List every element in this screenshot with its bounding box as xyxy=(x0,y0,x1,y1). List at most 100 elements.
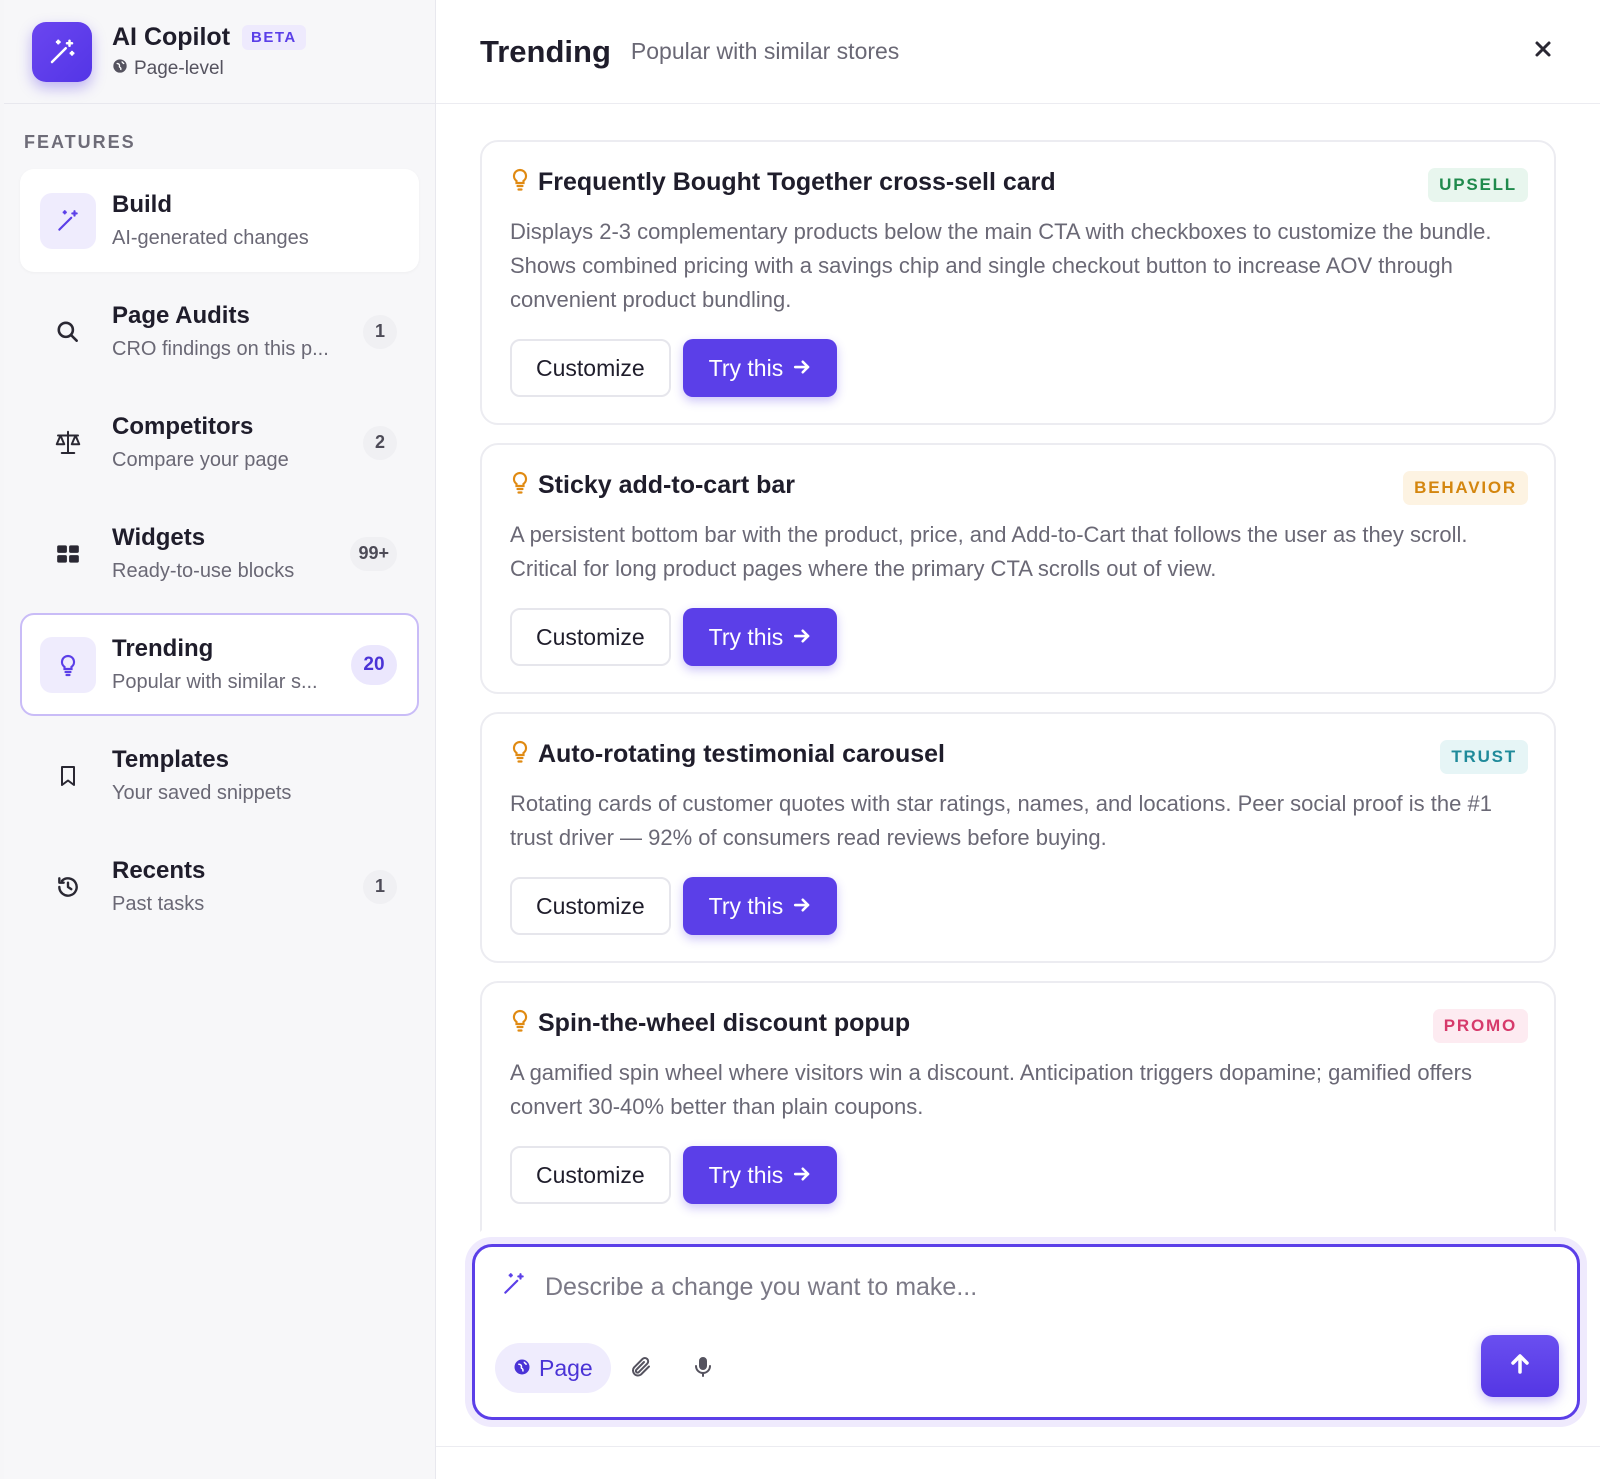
page-title: Trending xyxy=(480,33,611,69)
count-badge: 1 xyxy=(363,314,397,349)
composer-container: Page xyxy=(472,1244,1580,1420)
category-tag: BEHAVIOR xyxy=(1403,471,1528,505)
try-this-label: Try this xyxy=(708,354,784,381)
customize-button[interactable]: Customize xyxy=(510,339,671,397)
card-description: A persistent bottom bar with the product… xyxy=(510,522,1468,581)
composer: Page xyxy=(472,1244,1580,1420)
close-icon xyxy=(1534,40,1552,63)
try-this-label: Try this xyxy=(708,623,784,650)
lightbulb-icon xyxy=(510,1009,530,1038)
sidebar-item-templates[interactable]: Templates Your saved snippets xyxy=(20,724,419,827)
magic-wand-icon xyxy=(501,1271,527,1302)
sidebar-item-label: Competitors xyxy=(112,413,254,440)
sidebar-item-label: Page Audits xyxy=(112,302,250,329)
globe-icon xyxy=(112,58,128,80)
main-panel: Trending Popular with similar stores Fre… xyxy=(436,0,1600,1479)
card-title: Sticky add-to-cart bar xyxy=(538,471,796,499)
sidebar-item-subtitle: Ready-to-use blocks xyxy=(112,560,295,582)
suggestion-card: Sticky add-to-cart bar BEHAVIOR A persis… xyxy=(480,443,1556,694)
search-icon xyxy=(40,304,96,360)
try-this-label: Try this xyxy=(708,1161,784,1188)
card-description: Rotating cards of customer quotes with s… xyxy=(510,791,1492,850)
sidebar: AI Copilot BETA Page-level FEATURES Buil… xyxy=(4,0,436,1479)
sidebar-item-subtitle: Compare your page xyxy=(112,449,289,471)
try-this-button[interactable]: Try this xyxy=(682,877,838,935)
count-badge: 2 xyxy=(363,425,397,460)
scope-level: Page-level xyxy=(134,58,224,79)
try-this-button[interactable]: Try this xyxy=(682,339,838,397)
sidebar-item-label: Templates xyxy=(112,746,229,773)
customize-button[interactable]: Customize xyxy=(510,877,671,935)
category-tag: PROMO xyxy=(1432,1009,1528,1043)
customize-button[interactable]: Customize xyxy=(510,1146,671,1204)
sidebar-item-recents[interactable]: Recents Past tasks 1 xyxy=(20,835,419,938)
panel-header: Trending Popular with similar stores xyxy=(436,0,1600,104)
microphone-icon xyxy=(691,1355,715,1384)
send-button[interactable] xyxy=(1481,1335,1559,1397)
magic-wand-icon xyxy=(32,21,92,82)
lightbulb-icon xyxy=(510,168,530,197)
sidebar-item-label: Build xyxy=(112,191,172,218)
app-title: AI Copilot xyxy=(112,23,231,51)
card-title: Frequently Bought Together cross-sell ca… xyxy=(538,168,1056,196)
page-subtitle: Popular with similar stores xyxy=(630,38,900,64)
suggestion-card: Auto-rotating testimonial carousel TRUST… xyxy=(480,712,1556,963)
close-button[interactable] xyxy=(1526,34,1560,68)
card-description: A gamified spin wheel where visitors win… xyxy=(510,1060,1472,1119)
paperclip-icon xyxy=(629,1355,653,1384)
arrow-right-icon xyxy=(793,624,811,651)
feature-nav: Build AI-generated changes Page Audits C… xyxy=(4,169,435,938)
scope-label: Page xyxy=(539,1354,593,1381)
sidebar-item-widgets[interactable]: Widgets Ready-to-use blocks 99+ xyxy=(20,502,419,605)
sidebar-item-trending[interactable]: Trending Popular with similar s... 20 xyxy=(20,613,419,716)
voice-button[interactable] xyxy=(685,1351,721,1387)
sidebar-item-competitors[interactable]: Competitors Compare your page 2 xyxy=(20,391,419,494)
count-badge: 99+ xyxy=(350,536,397,571)
try-this-button[interactable]: Try this xyxy=(682,608,838,666)
category-tag: UPSELL xyxy=(1428,168,1528,202)
sidebar-item-subtitle: Past tasks xyxy=(112,893,205,915)
scope-selector[interactable]: Page xyxy=(495,1343,611,1393)
count-badge: 20 xyxy=(351,644,397,685)
arrow-right-icon xyxy=(793,893,811,920)
lightbulb-icon xyxy=(40,636,96,693)
attach-button[interactable] xyxy=(623,1351,659,1387)
sidebar-item-label: Trending xyxy=(112,635,214,662)
prompt-input[interactable] xyxy=(545,1267,1445,1307)
sidebar-item-build[interactable]: Build AI-generated changes xyxy=(20,169,419,272)
copilot-app: AI Copilot BETA Page-level FEATURES Buil… xyxy=(4,0,1600,1479)
sidebar-item-label: Widgets xyxy=(112,524,206,551)
trending-list: Frequently Bought Together cross-sell ca… xyxy=(480,140,1556,1250)
sidebar-item-subtitle: Your saved snippets xyxy=(112,782,292,804)
suggestion-card: Spin-the-wheel discount popup PROMO A ga… xyxy=(480,981,1556,1232)
arrow-right-icon xyxy=(793,1162,811,1189)
arrow-up-icon xyxy=(1508,1352,1532,1381)
suggestion-card: Frequently Bought Together cross-sell ca… xyxy=(480,140,1556,425)
card-title: Spin-the-wheel discount popup xyxy=(538,1009,911,1037)
category-tag: TRUST xyxy=(1440,740,1528,774)
history-icon xyxy=(40,859,96,915)
sidebar-item-page-audits[interactable]: Page Audits CRO findings on this p... 1 xyxy=(20,280,419,383)
sidebar-item-subtitle: Popular with similar s... xyxy=(112,671,318,693)
scale-icon xyxy=(40,415,96,471)
sidebar-item-subtitle: CRO findings on this p... xyxy=(112,338,329,360)
lightbulb-icon xyxy=(510,740,530,769)
sidebar-item-subtitle: AI-generated changes xyxy=(112,227,309,249)
card-description: Displays 2-3 complementary products belo… xyxy=(510,219,1492,312)
count-badge: 1 xyxy=(363,869,397,904)
magic-wand-icon xyxy=(40,192,96,249)
arrow-right-icon xyxy=(793,355,811,382)
brand-header: AI Copilot BETA Page-level xyxy=(4,0,435,104)
bookmark-icon xyxy=(40,748,96,804)
beta-badge: BETA xyxy=(242,25,306,50)
sidebar-item-label: Recents xyxy=(112,857,206,884)
grid-icon xyxy=(40,526,96,582)
card-title: Auto-rotating testimonial carousel xyxy=(538,740,945,768)
try-this-button[interactable]: Try this xyxy=(682,1146,838,1204)
section-label: FEATURES xyxy=(24,132,136,152)
try-this-label: Try this xyxy=(708,892,784,919)
divider xyxy=(436,1446,1600,1447)
customize-button[interactable]: Customize xyxy=(510,608,671,666)
globe-icon xyxy=(513,1355,531,1382)
lightbulb-icon xyxy=(510,471,530,500)
